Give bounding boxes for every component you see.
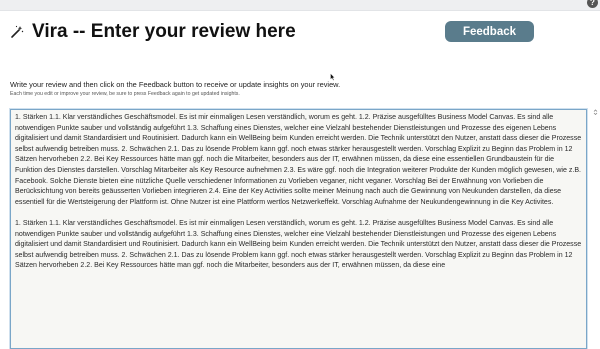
review-textarea[interactable]: 1. Stärken 1.1. Klar verständliches Gesc…: [10, 109, 587, 349]
review-paragraph: 1. Stärken 1.1. Klar verständliches Gesc…: [15, 219, 582, 270]
mouse-cursor-icon: [330, 73, 335, 81]
review-paragraph: 1. Stärken 1.1. Klar verständliches Gesc…: [15, 114, 582, 206]
header: Vira -- Enter your review here: [10, 20, 296, 44]
scrollbar-icon[interactable]: [593, 109, 598, 115]
feedback-button[interactable]: Feedback: [445, 21, 534, 42]
browser-top-bar: [0, 0, 600, 11]
instructions-text: Write your review and then click on the …: [10, 80, 341, 89]
instructions-hint: Each time you edit or improve your revie…: [10, 91, 240, 97]
page-title: Vira -- Enter your review here: [32, 21, 296, 42]
magic-wand-icon: [11, 25, 24, 38]
